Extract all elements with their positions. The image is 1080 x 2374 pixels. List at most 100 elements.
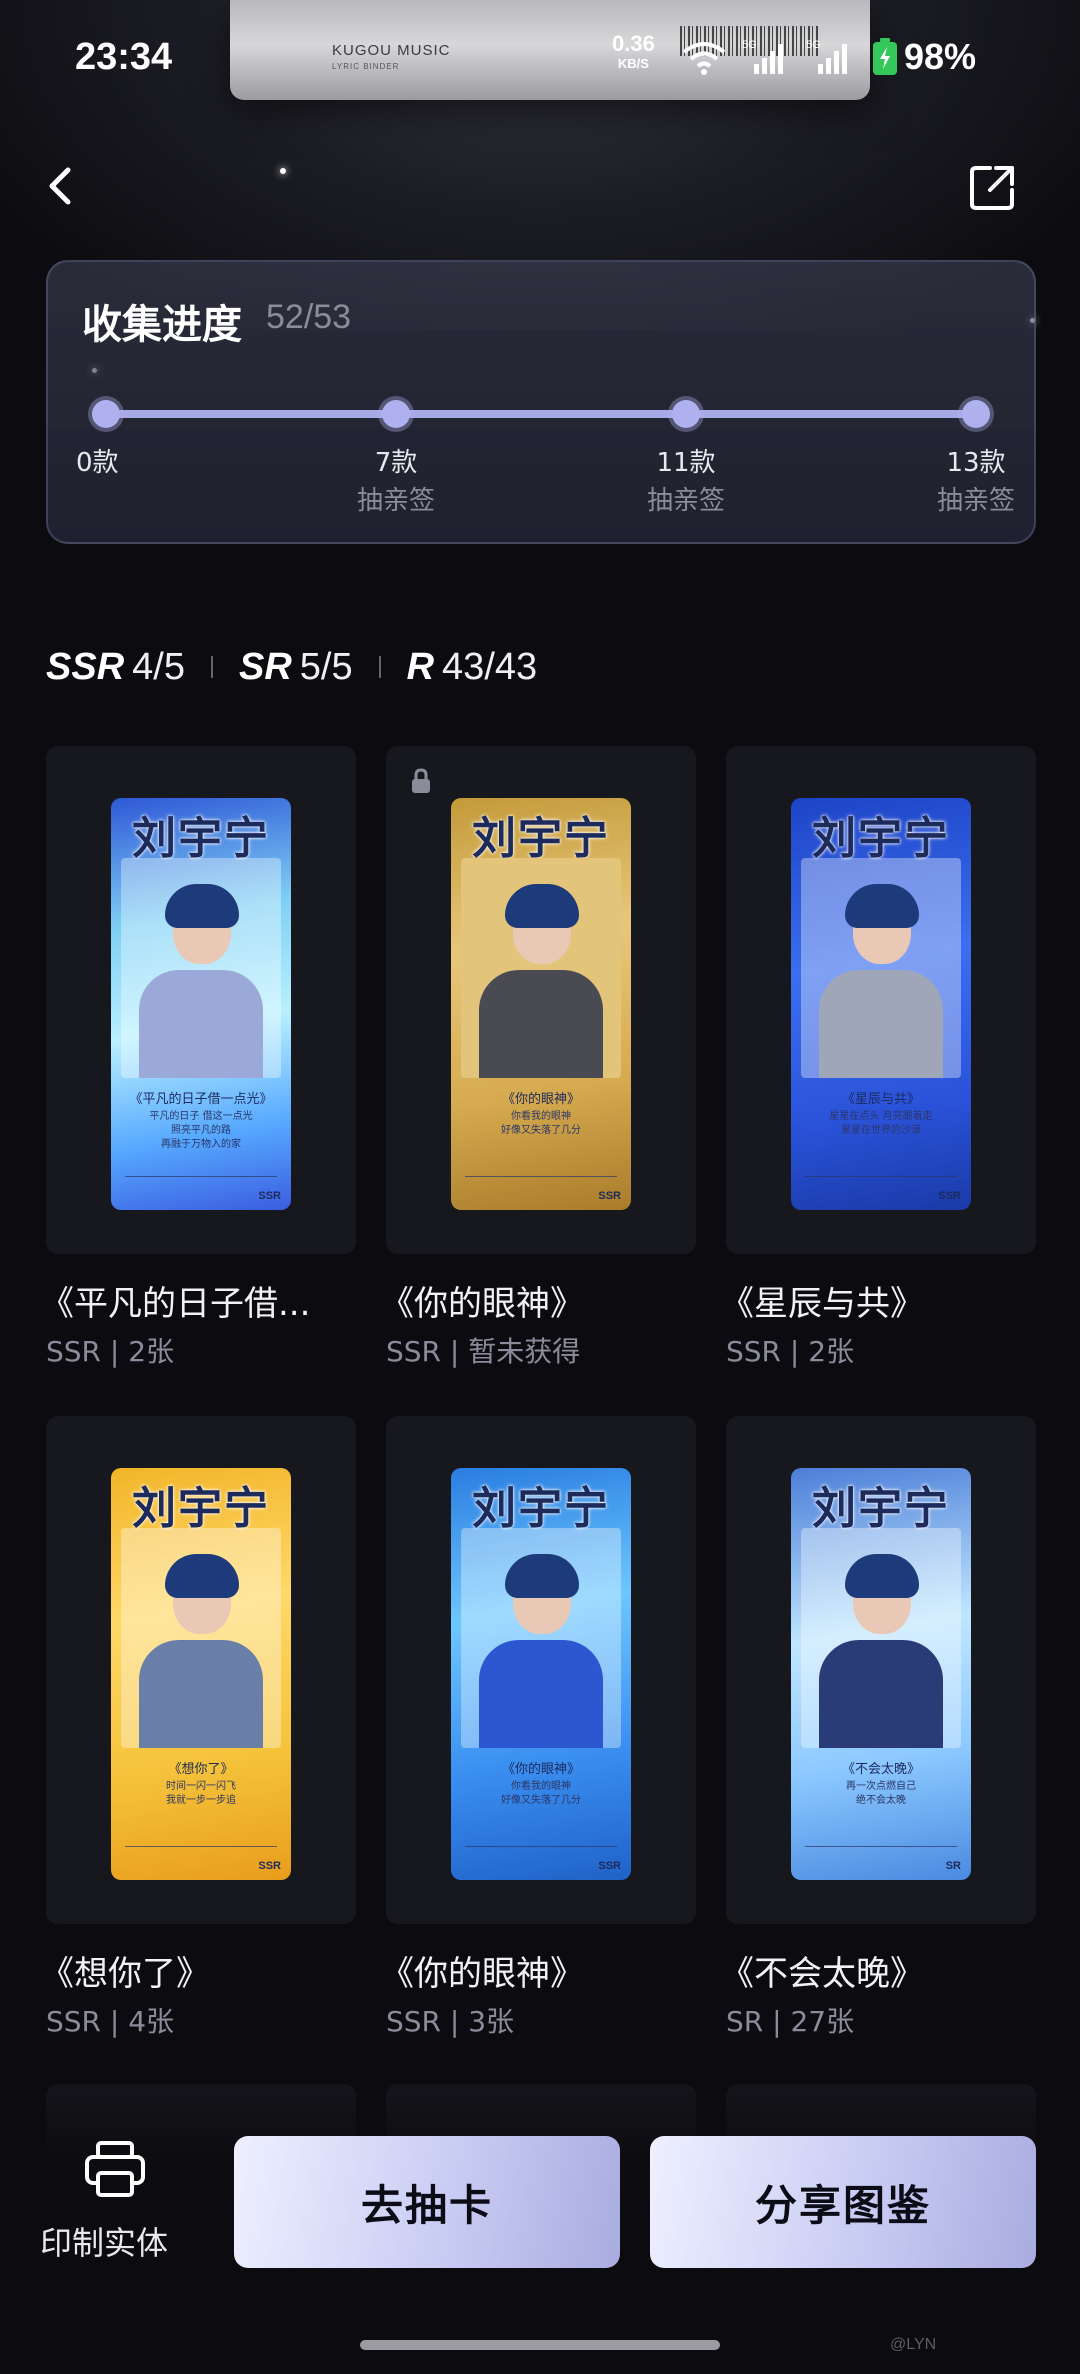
poster-divider <box>125 1176 277 1177</box>
card-item[interactable]: 刘宇宁《你的眼神》你看我的眼神 好像又失落了几分 SSR <box>386 1416 696 1924</box>
status-bar: 23:34 0.36 KB/S 5G 5G 98% <box>0 30 1080 90</box>
poster-song-title: 《星辰与共》 <box>841 1092 920 1107</box>
share-button[interactable] <box>966 162 1018 214</box>
card-poster-image: 刘宇宁 《平凡的日子借一点光》 平凡的日子 借这一点光 照亮平凡的路 再融于万物入的家 S… <box>111 798 291 1210</box>
card-poster-image: 刘宇宁《不会太晚》再一次点燃自己 绝不会太晚 SR <box>791 1468 971 1880</box>
card-poster-image: 刘宇宁《你的眼神》你看我的眼神 好像又失落了几分 SSR <box>451 1468 631 1880</box>
rarity-filter-r[interactable]: R 43/43 <box>407 646 538 689</box>
card-title: 《平凡的日子借... <box>40 1284 311 1324</box>
poster-artist-name: 刘宇宁 <box>812 813 950 864</box>
milestone-dot <box>92 400 120 428</box>
rarity-filter-ssr[interactable]: SSR 4/5 <box>46 646 185 689</box>
card-item[interactable]: 刘宇宁《不会太晚》再一次点燃自己 绝不会太晚 SR <box>726 1416 1036 1924</box>
poster-divider <box>805 1176 957 1177</box>
print-physical-button[interactable]: 印制实体 <box>40 2140 200 2270</box>
milestone-label: 13款 <box>946 448 1006 478</box>
poster-lyric-line: 时间一闪一闪飞 <box>166 1781 236 1792</box>
chevron-left-icon <box>49 167 71 205</box>
network-type-2: 5G <box>806 39 821 51</box>
progress-title: 收集进度 <box>82 302 242 348</box>
progress-count: 52/53 <box>266 298 352 336</box>
milestone-label: 11款 <box>656 448 716 478</box>
card-title: 《你的眼神》 <box>380 1284 584 1324</box>
milestone-reward: 抽亲签 <box>356 486 435 516</box>
poster-lyric-line: 你看我的眼神 <box>511 1781 571 1792</box>
app-screen: KUGOU MUSIC LYRIC BINDER 23:34 0.36 KB/S… <box>0 0 1080 2374</box>
poster-lyric-line: 好像又失落了几分 <box>501 1125 581 1136</box>
poster-divider <box>125 1846 277 1847</box>
progress-track <box>106 410 976 418</box>
poster-song-title: 《你的眼神》 <box>501 1762 580 1777</box>
cell-signal-icon: 5G <box>742 39 783 74</box>
poster-artist-name: 刘宇宁 <box>472 813 610 864</box>
poster-lyrics: 平凡的日子 借这一点光 照亮平凡的路 再融于万物入的家 <box>111 1110 291 1152</box>
card-meta: SSR | 2张 <box>46 1335 175 1368</box>
card-poster-image: 刘宇宁 《想你了》 时间一闪一闪飞 我就一步一步追 SSR <box>111 1468 291 1880</box>
rarity-tag: R <box>406 645 435 688</box>
sparkle <box>280 168 286 174</box>
card-item[interactable]: 刘宇宁《星辰与共》星星在点头 月亮跟着走 星星在世界的沙漠 SSR <box>726 746 1036 1254</box>
rarity-separator <box>210 656 213 678</box>
poster-lyric-line: 再一次点燃自己 <box>846 1781 916 1792</box>
artist-photo <box>461 858 621 1078</box>
card-item[interactable]: 刘宇宁 《平凡的日子借一点光》 平凡的日子 借这一点光 照亮平凡的路 再融于万物入的家 S… <box>46 746 356 1254</box>
card-item[interactable]: 刘宇宁 《想你了》 时间一闪一闪飞 我就一步一步追 SSR <box>46 1416 356 1924</box>
poster-lyric-line: 照亮平凡的路 <box>171 1125 231 1136</box>
rarity-tag: SSR <box>46 645 125 688</box>
lock-icon <box>412 768 430 793</box>
poster-divider <box>805 1846 957 1847</box>
card-meta: SR | 27张 <box>726 2005 855 2038</box>
poster-rank: SSR <box>258 1190 281 1202</box>
poster-rank: SR <box>945 1860 961 1872</box>
card-item[interactable]: 刘宇宁 《你的眼神》 你看我的眼神 好像又失落了几分 SSR <box>386 746 696 1254</box>
poster-artist-name: 刘宇宁 <box>812 1483 950 1534</box>
milestone-reward: 抽亲签 <box>936 486 1015 516</box>
cell-signal-icon-2: 5G <box>806 39 847 74</box>
rarity-separator <box>378 656 381 678</box>
wifi-icon <box>682 42 726 75</box>
poster-song-title: 《不会太晚》 <box>841 1762 920 1777</box>
milestone-reward: 抽亲签 <box>646 486 725 516</box>
network-speed-value: 0.36 <box>612 31 655 56</box>
card-title: 《不会太晚》 <box>720 1954 924 1994</box>
artist-photo <box>801 858 961 1078</box>
card-meta: SSR | 2张 <box>726 1335 855 1368</box>
rarity-count: 5/5 <box>299 645 353 688</box>
poster-lyric-line: 好像又失落了几分 <box>501 1795 581 1806</box>
poster-lyric-line: 绝不会太晚 <box>856 1795 906 1806</box>
network-speed-unit: KB/S <box>617 56 649 71</box>
poster-lyrics: 时间一闪一闪飞 我就一步一步追 <box>111 1780 291 1808</box>
artist-photo <box>121 858 281 1078</box>
poster-rank: SSR <box>258 1860 281 1872</box>
milestone-dot <box>962 400 990 428</box>
card-title: 《星辰与共》 <box>720 1284 924 1324</box>
card-poster-image: 刘宇宁《星辰与共》星星在点头 月亮跟着走 星星在世界的沙漠 SSR <box>791 798 971 1210</box>
poster-artist-name: 刘宇宁 <box>132 1483 270 1534</box>
artist-photo <box>461 1528 621 1748</box>
poster-artist-name: 刘宇宁 <box>472 1483 610 1534</box>
poster-lyric-line: 你看我的眼神 <box>511 1111 571 1122</box>
poster-rank: SSR <box>598 1190 621 1202</box>
collection-progress-card: 收集进度 52/53 0款 7款 抽亲签 11款 抽亲签 13款 抽亲签 <box>46 260 1036 544</box>
back-button[interactable] <box>40 158 80 214</box>
poster-rank: SSR <box>598 1860 621 1872</box>
poster-lyrics: 星星在点头 月亮跟着走 星星在世界的沙漠 <box>791 1110 971 1138</box>
poster-rank: SSR <box>938 1190 961 1202</box>
poster-lyrics: 再一次点燃自己 绝不会太晚 <box>791 1780 971 1808</box>
watermark: @LYN <box>890 2336 937 2353</box>
card-meta: SSR | 暂未获得 <box>386 1335 581 1368</box>
draw-card-button[interactable]: 去抽卡 <box>234 2136 620 2268</box>
poster-artist-name: 刘宇宁 <box>132 813 270 864</box>
milestone-dot <box>672 400 700 428</box>
network-type: 5G <box>742 39 757 51</box>
rarity-filter-sr[interactable]: SR 5/5 <box>239 646 353 689</box>
poster-lyrics: 你看我的眼神 好像又失落了几分 <box>451 1780 631 1808</box>
poster-lyric-line: 平凡的日子 借这一点光 <box>149 1111 253 1122</box>
share-collection-button[interactable]: 分享图鉴 <box>650 2136 1036 2268</box>
home-indicator[interactable] <box>360 2340 720 2350</box>
share-external-icon <box>970 166 1014 210</box>
milestone-label: 7款 <box>374 448 418 478</box>
rarity-count: 43/43 <box>442 645 538 688</box>
battery-charging-icon <box>873 38 897 75</box>
network-speed: 0.36 KB/S <box>612 31 655 74</box>
